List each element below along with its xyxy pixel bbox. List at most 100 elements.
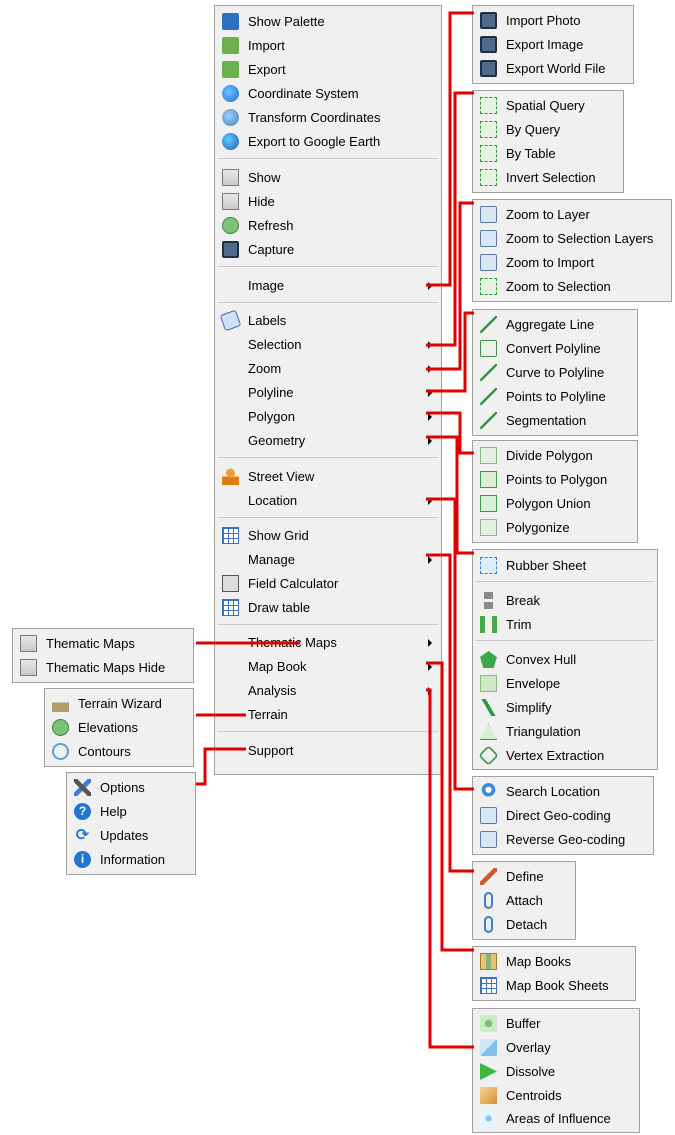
menu-item-reverse-geocoding[interactable]: Reverse Geo-coding <box>473 828 653 852</box>
menu-item-support[interactable]: Support <box>215 739 441 763</box>
convex-hull-icon <box>480 651 497 668</box>
menu-item-import[interactable]: Import <box>215 34 441 58</box>
menu-item-export-google-earth[interactable]: Export to Google Earth <box>215 130 441 154</box>
menu-item-overlay[interactable]: Overlay <box>473 1036 639 1060</box>
submenu-arrow-icon <box>428 663 432 671</box>
menu-item-rubber-sheet[interactable]: Rubber Sheet <box>473 554 657 578</box>
menu-item-aggregate-line[interactable]: Aggregate Line <box>473 313 637 337</box>
draw-table-icon <box>222 599 239 616</box>
menu-item-invert-selection[interactable]: Invert Selection <box>473 166 623 190</box>
menu-item-convert-polyline[interactable]: Convert Polyline <box>473 337 637 361</box>
menu-item-elevations[interactable]: Elevations <box>45 716 193 740</box>
terrain-wizard-icon <box>52 695 69 712</box>
submenu-map-book: Map Books Map Book Sheets <box>472 946 636 1001</box>
export-image-icon <box>480 36 497 53</box>
menu-item-map-books[interactable]: Map Books <box>473 950 635 974</box>
menu-item-location[interactable]: Location <box>215 489 441 513</box>
menu-item-areas-of-influence[interactable]: Areas of Influence <box>473 1107 639 1131</box>
menu-item-show[interactable]: Show <box>215 166 441 190</box>
submenu-arrow-icon <box>428 282 432 290</box>
menu-item-trim[interactable]: Trim <box>473 613 657 637</box>
menu-item-transform-coordinates[interactable]: Transform Coordinates <box>215 106 441 130</box>
menu-item-coordinate-system[interactable]: Coordinate System <box>215 82 441 106</box>
menu-item-attach[interactable]: Attach <box>473 889 575 913</box>
menu-item-detach[interactable]: Detach <box>473 913 575 937</box>
triangulation-icon <box>480 723 497 740</box>
menu-item-analysis[interactable]: Analysis <box>215 679 441 703</box>
menu-item-help[interactable]: ? Help <box>67 800 195 824</box>
menu-item-simplify[interactable]: Simplify <box>473 696 657 720</box>
menu-item-buffer[interactable]: Buffer <box>473 1012 639 1036</box>
menu-item-terrain[interactable]: Terrain <box>215 703 441 727</box>
menu-item-options[interactable]: Options <box>67 776 195 800</box>
menu-item-vertex-extraction[interactable]: Vertex Extraction <box>473 744 657 768</box>
menu-item-draw-table[interactable]: Draw table <box>215 596 441 620</box>
street-view-icon <box>222 468 239 485</box>
menu-item-street-view[interactable]: Street View <box>215 465 441 489</box>
information-icon: i <box>74 851 91 868</box>
menu-item-zoom-to-import[interactable]: Zoom to Import <box>473 251 671 275</box>
menu-item-zoom[interactable]: Zoom <box>215 357 441 381</box>
menu-item-curve-to-polyline[interactable]: Curve to Polyline <box>473 361 637 385</box>
menu-item-geometry[interactable]: Geometry <box>215 429 441 453</box>
menu-item-export[interactable]: Export <box>215 58 441 82</box>
menu-item-convex-hull[interactable]: Convex Hull <box>473 648 657 672</box>
menu-item-map-book[interactable]: Map Book <box>215 655 441 679</box>
menu-item-import-photo[interactable]: Import Photo <box>473 9 633 33</box>
menu-item-zoom-to-selection-layers[interactable]: Zoom to Selection Layers <box>473 227 671 251</box>
menu-item-points-to-polygon[interactable]: Points to Polygon <box>473 468 637 492</box>
menu-item-show-palette[interactable]: Show Palette <box>215 10 441 34</box>
menu-item-polygon-union[interactable]: Polygon Union <box>473 492 637 516</box>
menu-item-segmentation[interactable]: Segmentation <box>473 409 637 433</box>
menu-item-thematic-maps-hide[interactable]: Thematic Maps Hide <box>13 656 193 680</box>
transform-globe-icon <box>222 109 239 126</box>
menu-item-thematic-maps-sub[interactable]: Thematic Maps <box>13 632 193 656</box>
menu-item-contours[interactable]: Contours <box>45 740 193 764</box>
menu-item-envelope[interactable]: Envelope <box>473 672 657 696</box>
menu-item-polyline[interactable]: Polyline <box>215 381 441 405</box>
menu-item-selection[interactable]: Selection <box>215 333 441 357</box>
separator <box>476 581 654 582</box>
menu-item-spatial-query[interactable]: Spatial Query <box>473 94 623 118</box>
segmentation-icon <box>480 412 497 429</box>
menu-item-search-location[interactable]: Search Location <box>473 780 653 804</box>
menu-item-dissolve[interactable]: Dissolve <box>473 1060 639 1084</box>
menu-item-define[interactable]: Define <box>473 865 575 889</box>
menu-item-polygonize[interactable]: Polygonize <box>473 516 637 540</box>
menu-item-export-world-file[interactable]: Export World File <box>473 57 633 81</box>
menu-item-by-table[interactable]: By Table <box>473 142 623 166</box>
menu-item-points-to-polyline[interactable]: Points to Polyline <box>473 385 637 409</box>
google-earth-icon <box>222 133 239 150</box>
menu-item-by-query[interactable]: By Query <box>473 118 623 142</box>
menu-item-field-calculator[interactable]: Field Calculator <box>215 572 441 596</box>
areas-influence-icon <box>480 1110 497 1127</box>
menu-item-hide[interactable]: Hide <box>215 190 441 214</box>
search-location-icon <box>480 783 497 800</box>
menu-item-image[interactable]: Image <box>215 274 441 298</box>
curve-icon <box>480 364 497 381</box>
menu-item-direct-geocoding[interactable]: Direct Geo-coding <box>473 804 653 828</box>
menu-item-map-book-sheets[interactable]: Map Book Sheets <box>473 974 635 998</box>
menu-item-polygon[interactable]: Polygon <box>215 405 441 429</box>
menu-item-zoom-to-layer[interactable]: Zoom to Layer <box>473 203 671 227</box>
menu-item-manage[interactable]: Manage <box>215 548 441 572</box>
centroids-icon <box>480 1087 497 1104</box>
menu-item-centroids[interactable]: Centroids <box>473 1084 639 1108</box>
trim-icon <box>480 616 497 633</box>
menu-item-break[interactable]: Break <box>473 589 657 613</box>
menu-item-triangulation[interactable]: Triangulation <box>473 720 657 744</box>
menu-item-updates[interactable]: ⟳ Updates <box>67 824 195 848</box>
menu-item-export-image[interactable]: Export Image <box>473 33 633 57</box>
menu-item-refresh[interactable]: Refresh <box>215 214 441 238</box>
labels-icon <box>219 309 242 332</box>
menu-item-thematic-maps[interactable]: Thematic Maps <box>215 631 441 655</box>
menu-item-capture[interactable]: Capture <box>215 238 441 262</box>
simplify-icon <box>480 699 497 716</box>
menu-item-show-grid[interactable]: Show Grid <box>215 524 441 548</box>
menu-item-information[interactable]: i Information <box>67 848 195 872</box>
menu-item-terrain-wizard[interactable]: Terrain Wizard <box>45 692 193 716</box>
menu-item-labels[interactable]: Labels <box>215 309 441 333</box>
menu-item-zoom-to-selection[interactable]: Zoom to Selection <box>473 275 671 299</box>
overlay-icon <box>480 1039 497 1056</box>
menu-item-divide-polygon[interactable]: Divide Polygon <box>473 444 637 468</box>
